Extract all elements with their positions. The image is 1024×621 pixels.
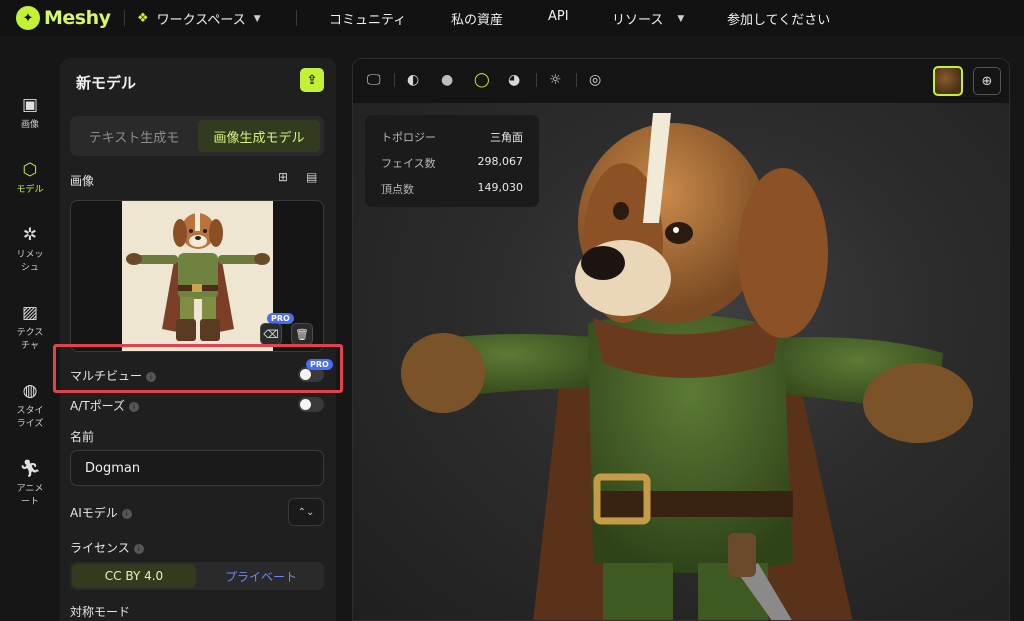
atpose-label-text: A/Tポーズ [70, 399, 125, 413]
eraser-icon: ⌫ [263, 327, 279, 341]
remesh-icon: ✲ [22, 225, 38, 245]
meshy-logo[interactable]: ✦ Meshy [16, 6, 112, 30]
tab-text-to-model[interactable]: テキスト生成モ [74, 120, 194, 152]
material-sphere-icon[interactable]: ◕ [508, 72, 520, 88]
image-upload-area[interactable]: PRO ⌫ 🗑︎ [70, 200, 324, 352]
ai-model-label-text: AIモデル [70, 506, 118, 520]
tool-rail: ▣ 画像 ⬡ モデル ✲ リメッシュ ▨ テクスチャ ◍ スタイライズ 🏃︎ ア… [0, 36, 60, 621]
info-icon: i [121, 508, 132, 519]
solid-sphere-icon[interactable]: ● [441, 72, 453, 88]
monitor-icon[interactable]: 🖵︎ [367, 72, 381, 88]
license-selector: CC BY 4.0 プライベート [70, 562, 324, 590]
cube-icon: ⬡ [22, 160, 38, 180]
texture-thumbnail[interactable] [933, 66, 963, 96]
info-icon: i [133, 543, 144, 554]
rail-item-label: 画像 [20, 120, 39, 130]
atpose-toggle[interactable] [298, 397, 324, 412]
rail-item-label: リメッシュ [16, 250, 44, 273]
rail-item-label: モデル [16, 185, 44, 195]
rail-item-model[interactable]: ⬡ モデル [0, 161, 60, 197]
symmetry-label: 対称モード [70, 605, 131, 619]
zoom-in-icon: ⊕ [981, 73, 993, 89]
info-icon: i [146, 371, 157, 382]
3d-viewport[interactable]: 🖵︎ ◐ ● ◯ ◕ ☼ ◎ ⊕ トポロジー 三角面 フェイス数 298,067… [352, 58, 1010, 621]
ai-model-selector[interactable]: ⌃⌄ [288, 498, 324, 526]
image-label: 画像 [70, 174, 95, 188]
toolbar-divider [536, 73, 537, 87]
rail-item-stylize[interactable]: ◍ スタイライズ [0, 382, 60, 431]
light-icon[interactable]: ☼ [549, 72, 562, 88]
rail-item-remesh[interactable]: ✲ リメッシュ [0, 226, 60, 275]
toolbar-divider [394, 73, 395, 87]
grid-icon[interactable]: ⊞ [278, 170, 288, 184]
texture-icon: ▨ [21, 303, 39, 323]
meshy-logo-icon: ✦ [16, 6, 40, 30]
nav-resources[interactable]: リソース ▼ [612, 9, 684, 28]
chevron-updown-icon: ⌃⌄ [297, 506, 315, 518]
toolbar-divider [576, 73, 577, 87]
atpose-label: A/Tポーズ i [70, 397, 139, 414]
rail-item-image[interactable]: ▣ 画像 [0, 96, 60, 132]
nav-divider [124, 10, 125, 26]
reference-image [122, 201, 273, 351]
dog-character-sketch [126, 213, 270, 341]
wireframe-sphere-icon[interactable]: ◐ [407, 72, 419, 88]
nav-workspace[interactable]: ❖ ワークスペース ▼ [137, 9, 261, 28]
rail-item-label: アニメート [16, 484, 44, 507]
upload-button[interactable]: ⇪ [300, 68, 324, 92]
multiview-label: マルチビュー i [70, 367, 157, 384]
nav-join[interactable]: 参加してください [727, 9, 830, 28]
rail-item-label: テクスチャ [16, 328, 44, 351]
erase-background-button[interactable]: ⌫ [260, 323, 282, 345]
viewport-toolbar: 🖵︎ ◐ ● ◯ ◕ ☼ ◎ ⊕ [353, 59, 1009, 103]
brand-name: Meshy [44, 7, 111, 29]
rail-item-label: スタイライズ [16, 406, 44, 429]
top-nav-bar: ✦ Meshy ❖ ワークスペース ▼ コミュニティ 私の資産 API リソース… [0, 0, 1024, 36]
license-private-option[interactable]: プライベート [200, 564, 322, 588]
rail-item-animate[interactable]: 🏃︎ アニメート [0, 460, 60, 509]
3d-dog-character-model [401, 113, 973, 620]
globe-icon[interactable]: ◎ [589, 72, 601, 88]
chevron-down-icon: ▼ [253, 13, 261, 24]
tab-image-to-model[interactable]: 画像生成モデル [198, 120, 320, 152]
new-model-panel: 新モデル ⇪ テキスト生成モ 画像生成モデル 画像 ⊞ ▤ PRO ⌫ 🗑︎ マ… [60, 58, 336, 621]
name-label: 名前 [70, 430, 95, 444]
nav-assets[interactable]: 私の資産 [451, 9, 503, 28]
license-label-text: ライセンス [70, 541, 130, 555]
zoom-button[interactable]: ⊕ [973, 67, 1001, 95]
image-ai-icon: ▣ [21, 95, 39, 115]
nav-community[interactable]: コミュニティ [329, 9, 406, 28]
multiview-label-text: マルチビュー [70, 369, 143, 383]
delete-image-button[interactable]: 🗑︎ [291, 323, 313, 345]
upload-icon: ⇪ [306, 72, 318, 88]
trash-icon: 🗑︎ [295, 327, 309, 341]
workspace-icon: ❖ [137, 11, 149, 26]
nav-resources-label: リソース [612, 13, 664, 28]
running-figure-icon: 🏃︎ [19, 459, 41, 479]
license-label: ライセンス i [70, 539, 144, 556]
info-icon: i [128, 401, 139, 412]
textured-sphere-icon[interactable]: ◯ [474, 72, 490, 88]
license-cc-option[interactable]: CC BY 4.0 [72, 564, 196, 588]
nav-api[interactable]: API [548, 9, 569, 24]
generation-mode-tabs: テキスト生成モ 画像生成モデル [70, 116, 324, 156]
nav-workspace-label: ワークスペース [156, 13, 246, 28]
rail-item-texture[interactable]: ▨ テクスチャ [0, 304, 60, 353]
stylize-icon: ◍ [22, 381, 38, 401]
chevron-down-icon: ▼ [677, 13, 685, 24]
panel-title: 新モデル [76, 74, 137, 92]
multiview-pro-badge: PRO [306, 359, 333, 370]
ai-model-label: AIモデル i [70, 504, 132, 521]
model-name-input[interactable]: Dogman [70, 450, 324, 486]
gallery-icon[interactable]: ▤ [306, 170, 317, 184]
nav-divider [296, 10, 297, 26]
